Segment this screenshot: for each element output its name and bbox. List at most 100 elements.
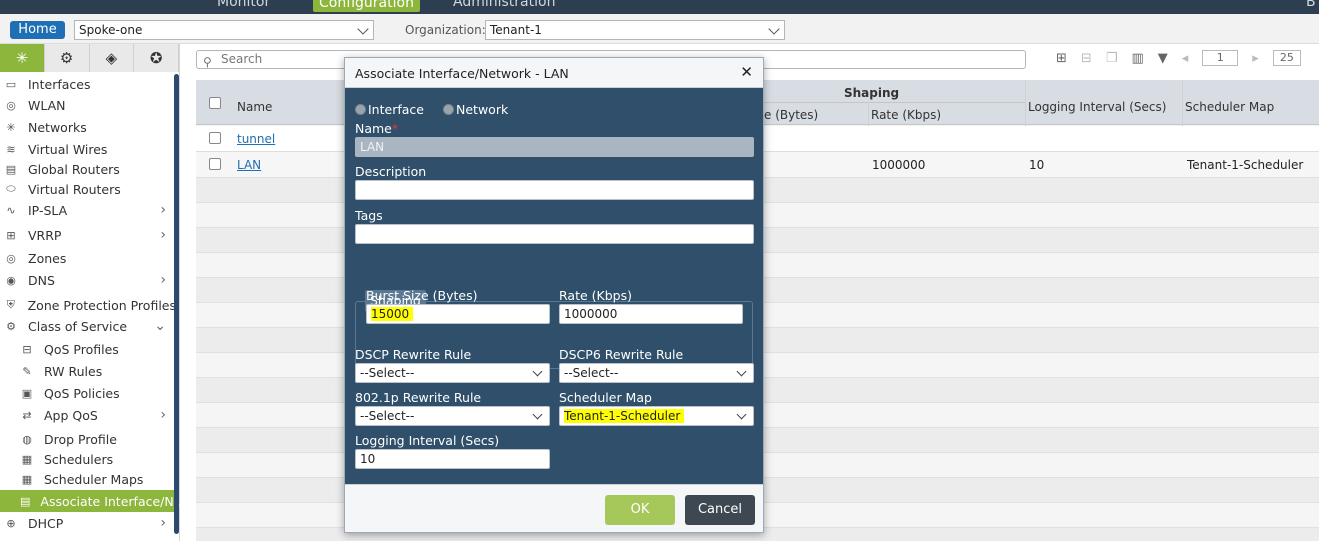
sidebar-item-qos-profiles[interactable]: ⊟ QoS Profiles <box>0 338 176 360</box>
row-name-link[interactable]: LAN <box>237 158 261 172</box>
radio-interface-label: Interface <box>368 102 424 117</box>
sidebar-item-vrrp[interactable]: ⊞ VRRP › <box>0 224 176 246</box>
next-page-icon[interactable]: ▸ <box>1252 51 1259 66</box>
sidebar-item-label: QoS Profiles <box>44 341 119 357</box>
dscp-rewrite-value: --Select-- <box>360 366 415 380</box>
scheduler-map-select[interactable]: Tenant-1-Scheduler <box>559 406 754 426</box>
copy-icon[interactable]: ❐ <box>1106 51 1118 66</box>
search-placeholder: Search <box>221 52 263 66</box>
chevron-right-icon: › <box>160 227 166 243</box>
schedulers-icon: ▦ <box>21 452 33 466</box>
chevron-down-icon: ⌄ <box>154 318 166 334</box>
scheduler-map-label: Scheduler Map <box>559 390 652 405</box>
description-label: Description <box>355 164 427 179</box>
column-logging-interval[interactable]: Logging Interval (Secs) <box>1028 100 1166 114</box>
column-burst-size[interactable]: e (Bytes) <box>764 108 818 122</box>
dscp-rewrite-select[interactable]: --Select-- <box>355 363 550 383</box>
sidebar-item-global-routers[interactable]: ▤ Global Routers <box>0 158 176 180</box>
header-divider <box>764 102 1026 103</box>
zone-protection-icon: ⛨ <box>6 298 15 311</box>
row-name-link[interactable]: tunnel <box>237 132 275 146</box>
chevron-down-icon <box>736 366 747 377</box>
sidebar-item-app-qos[interactable]: ⇄ App QoS › <box>0 404 176 426</box>
sidebar-item-wlan[interactable]: ◎ WLAN <box>0 94 176 116</box>
drop-profile-icon: ◍ <box>22 432 32 446</box>
page-size-select[interactable]: 25 <box>1272 50 1301 66</box>
user-menu[interactable]: B <box>1306 0 1316 10</box>
appliance-select[interactable]: Spoke-one <box>74 20 374 40</box>
sidebar-item-schedulers[interactable]: ▦ Schedulers <box>0 448 176 470</box>
sidebar-item-label: DNS <box>28 272 55 288</box>
columns-icon[interactable]: ▥ <box>1131 51 1143 66</box>
sidebar-item-virtual-routers[interactable]: ⬭ Virtual Routers <box>0 178 176 200</box>
radio-circle-icon <box>443 104 454 115</box>
burst-size-field[interactable]: 15000 <box>366 304 550 324</box>
sidebar-item-drop-profile[interactable]: ◍ Drop Profile <box>0 428 176 450</box>
sidebar-item-networks[interactable]: ✳ Networks <box>0 116 176 138</box>
dot1p-rewrite-select[interactable]: --Select-- <box>355 406 550 426</box>
radio-circle-icon <box>355 104 366 115</box>
cancel-button[interactable]: Cancel <box>685 495 755 525</box>
close-icon[interactable]: ✕ <box>740 63 753 81</box>
select-all-checkbox[interactable] <box>209 97 221 109</box>
prev-page-icon[interactable]: ◂ <box>1182 51 1189 66</box>
radio-interface[interactable]: Interface <box>355 102 424 117</box>
logging-interval-field[interactable]: 10 <box>355 449 550 469</box>
sidebar-item-label: DHCP <box>28 515 64 531</box>
remove-icon[interactable]: ⊟ <box>1081 51 1092 66</box>
sidebar-item-zones[interactable]: ◎ Zones <box>0 247 176 269</box>
row-checkbox[interactable] <box>209 158 221 170</box>
sidebar-item-class-of-service[interactable]: ⚙ Class of Service ⌄ <box>0 315 176 337</box>
ok-button[interactable]: OK <box>605 495 675 525</box>
dot1p-rewrite-value: --Select-- <box>360 409 415 423</box>
logging-interval-label: Logging Interval (Secs) <box>355 433 500 448</box>
dscp6-rewrite-value: --Select-- <box>564 366 619 380</box>
dialog-footer: OK Cancel <box>345 484 763 532</box>
tab-administration[interactable]: Administration <box>453 0 555 10</box>
organization-select[interactable]: Tenant-1 <box>485 20 785 40</box>
class-of-service-icon: ⚙ <box>6 319 16 333</box>
rate-field[interactable]: 1000000 <box>559 304 743 324</box>
dscp6-rewrite-select[interactable]: --Select-- <box>559 363 754 383</box>
radio-network[interactable]: Network <box>443 102 508 117</box>
gear-icon[interactable]: ⚙ <box>44 44 90 72</box>
sidebar-item-zone-protection-profiles[interactable]: ⛨ Zone Protection Profiles <box>0 294 176 316</box>
sidebar-item-associate-interface[interactable]: ▤ Associate Interface/N... <box>0 490 186 512</box>
home-button[interactable]: Home <box>10 21 65 39</box>
tab-configuration[interactable]: Configuration <box>313 0 420 12</box>
add-icon[interactable]: ⊞ <box>1056 51 1067 66</box>
column-scheduler-map[interactable]: Scheduler Map <box>1185 100 1274 114</box>
row-checkbox[interactable] <box>209 132 221 144</box>
sidebar-item-rw-rules[interactable]: ✎ RW Rules <box>0 360 176 382</box>
interfaces-icon: ▭ <box>5 77 17 91</box>
sidebar-item-label: IP-SLA <box>28 202 68 218</box>
sidebar-item-label: Global Routers <box>28 161 120 177</box>
sidebar-item-scheduler-maps[interactable]: ▦ Scheduler Maps <box>0 468 176 490</box>
appliance-value: Spoke-one <box>79 23 143 37</box>
scheduler-maps-icon: ▦ <box>21 472 33 486</box>
sidebar-item-label: App QoS <box>44 407 98 423</box>
column-name[interactable]: Name <box>237 100 272 114</box>
name-label-text: Name <box>355 121 392 136</box>
filter-icon[interactable]: ▼ <box>1158 51 1168 66</box>
sidebar-scrollbar[interactable] <box>174 74 179 534</box>
wlan-icon: ◎ <box>6 98 16 112</box>
page-number-input[interactable]: 1 <box>1202 50 1239 66</box>
network-tab-icon[interactable]: ✳ <box>0 44 45 72</box>
services-icon[interactable]: ✪ <box>134 44 179 72</box>
sidebar-item-qos-policies[interactable]: ▣ QoS Policies <box>0 382 176 404</box>
top-nav: Monitor Configuration Administration B <box>0 0 1319 14</box>
sidebar-item-dns[interactable]: ◉ DNS › <box>0 269 176 291</box>
sidebar-item-interfaces[interactable]: ▭ Interfaces <box>0 73 176 95</box>
sidebar-item-dhcp[interactable]: ⊕ DHCP › <box>0 512 176 534</box>
sidebar-item-ip-sla[interactable]: ∿ IP-SLA › <box>0 199 176 221</box>
description-field[interactable] <box>355 180 754 200</box>
sidebar-item-virtual-wires[interactable]: ≋ Virtual Wires <box>0 138 176 160</box>
dialog-header: Associate Interface/Network - LAN ✕ <box>345 58 763 88</box>
column-rate[interactable]: Rate (Kbps) <box>871 108 941 122</box>
cube-icon[interactable]: ◈ <box>89 44 135 72</box>
tags-field[interactable] <box>355 224 754 244</box>
tab-monitor[interactable]: Monitor <box>217 0 270 10</box>
virtual-wires-icon: ≋ <box>6 142 16 156</box>
qos-profiles-icon: ⊟ <box>22 342 32 356</box>
